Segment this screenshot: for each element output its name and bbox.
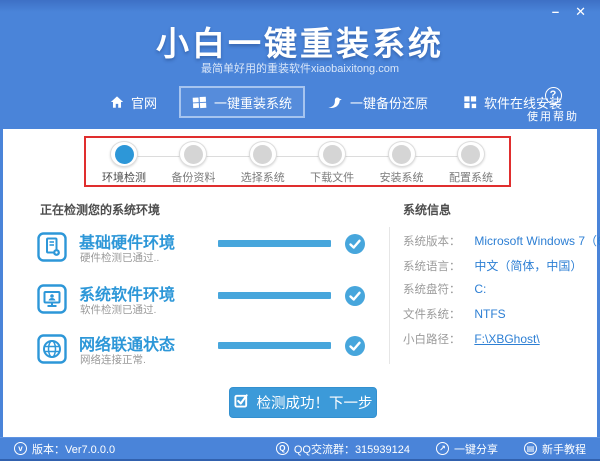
apps-grid-icon: [463, 95, 477, 109]
next-step-label: 检测成功！下一步: [257, 392, 373, 413]
info-row-xiaobai-path: 小白路径： F:\XBGhost\: [403, 331, 540, 347]
progress-bar: [218, 292, 331, 299]
check-circle-icon: [345, 286, 365, 306]
info-label: 系统盘符：: [403, 281, 467, 297]
version-label: 版本：Ver7.0.0.0: [32, 441, 115, 457]
status-bar: v 版本：Ver7.0.0.0 Q QQ交流群：315939124 ↗ 一键分享…: [0, 437, 600, 461]
info-label: 小白路径：: [403, 331, 467, 347]
info-label: 系统版本：: [403, 233, 467, 249]
info-value: Microsoft Windows 7（64位）: [474, 234, 600, 248]
detection-subtitle: 硬件检测已通过..: [80, 250, 159, 265]
nav-item-official-site[interactable]: 官网: [97, 86, 170, 118]
backup-restore-icon: [327, 95, 343, 110]
windows-icon: [192, 95, 207, 110]
help-button[interactable]: ? 使用帮助: [521, 87, 585, 124]
xiaobai-path-link[interactable]: F:\XBGhost\: [474, 332, 539, 346]
info-value: NTFS: [474, 307, 505, 321]
progress-bar: [218, 240, 331, 247]
info-label: 文件系统：: [403, 306, 467, 322]
check-circle-icon: [345, 234, 365, 254]
info-value: C:: [474, 282, 486, 296]
question-icon: ?: [545, 87, 562, 104]
step-dot: [392, 145, 411, 164]
annotation-rect: 环境检测 备份资料 选择系统 下载文件 安装系统: [84, 136, 511, 187]
qq-group-label: QQ交流群：315939124: [294, 441, 410, 457]
info-row-os-language: 系统语言： 中文（简体，中国）: [403, 257, 582, 274]
vertical-divider: [389, 227, 390, 364]
help-label: 使用帮助: [521, 108, 585, 124]
tutorial-icon: ▤: [524, 442, 537, 455]
share-button[interactable]: ↗ 一键分享: [436, 441, 498, 457]
detection-row-software: 系统软件环境 软件检测已通过.: [3, 281, 388, 327]
version-info: v 版本：Ver7.0.0.0: [14, 441, 115, 457]
version-icon: v: [14, 442, 27, 455]
network-icon: [37, 334, 67, 364]
step-download-files: 下载文件: [300, 141, 364, 185]
next-step-button[interactable]: 检测成功！下一步: [229, 387, 377, 418]
home-icon: [110, 95, 124, 109]
step-install-system: 安装系统: [370, 141, 434, 185]
check-circle-icon: [345, 336, 365, 356]
software-icon: [37, 284, 67, 314]
content-area: 环境检测 备份资料 选择系统 下载文件 安装系统: [3, 129, 597, 437]
step-config-system: 配置系统: [439, 141, 503, 185]
step-dot: [115, 145, 134, 164]
wizard-stepper: 环境检测 备份资料 选择系统 下载文件 安装系统: [86, 138, 509, 185]
info-row-system-drive: 系统盘符： C:: [403, 281, 486, 297]
step-env-detect: 环境检测: [92, 141, 156, 185]
nav-item-backup-restore[interactable]: 一键备份还原: [314, 86, 441, 118]
detection-heading: 正在检测您的系统环境: [40, 201, 160, 218]
system-info-heading: 系统信息: [403, 201, 451, 218]
step-backup-data: 备份资料: [161, 141, 225, 185]
qq-group-link[interactable]: Q QQ交流群：315939124: [276, 441, 410, 457]
app-window: – ✕ 小白一键重装系统 最简单好用的重装软件xiaobaixitong.com…: [0, 0, 600, 461]
nav-item-label: 官网: [131, 93, 157, 112]
step-dot: [184, 145, 203, 164]
step-dot: [323, 145, 342, 164]
page-subtitle: 最简单好用的重装软件xiaobaixitong.com: [0, 60, 600, 76]
info-value: 中文（简体，中国）: [474, 259, 582, 273]
main-nav: 官网 一键重装系统 一键备份还原: [97, 86, 575, 118]
progress-bar: [218, 342, 331, 349]
hardware-icon: [37, 232, 67, 262]
share-label: 一键分享: [454, 441, 498, 457]
info-row-os-version: 系统版本： Microsoft Windows 7（64位）: [403, 232, 600, 249]
tutorial-label: 新手教程: [542, 441, 586, 457]
qq-icon: Q: [276, 442, 289, 455]
header: – ✕ 小白一键重装系统 最简单好用的重装软件xiaobaixitong.com…: [0, 0, 600, 129]
info-label: 系统语言：: [403, 258, 467, 274]
detection-subtitle: 网络连接正常.: [80, 352, 146, 367]
detection-subtitle: 软件检测已通过.: [80, 302, 156, 317]
nav-item-label: 一键重装系统: [214, 93, 292, 112]
info-row-file-system: 文件系统： NTFS: [403, 306, 506, 322]
nav-item-reinstall-system[interactable]: 一键重装系统: [179, 86, 305, 118]
step-dot: [461, 145, 480, 164]
detection-row-network: 网络联通状态 网络连接正常.: [3, 331, 388, 377]
statusbar-links: Q QQ交流群：315939124 ↗ 一键分享 ▤ 新手教程: [276, 441, 586, 457]
detection-row-hardware: 基础硬件环境 硬件检测已通过..: [3, 229, 388, 275]
tutorial-button[interactable]: ▤ 新手教程: [524, 441, 586, 457]
step-dot: [253, 145, 272, 164]
share-icon: ↗: [436, 442, 449, 455]
nav-item-label: 一键备份还原: [350, 93, 428, 112]
page-title: 小白一键重装系统: [0, 17, 600, 65]
checkbox-check-icon: [234, 393, 249, 412]
step-select-system: 选择系统: [231, 141, 295, 185]
